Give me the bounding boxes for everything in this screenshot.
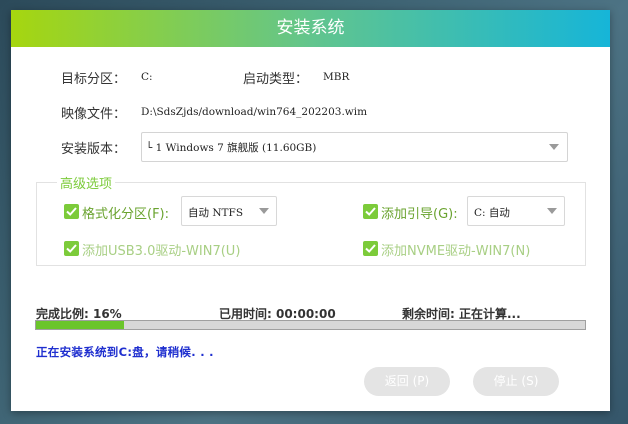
- image-file-label: 映像文件：: [61, 107, 127, 122]
- image-file-path: D:\SdsZjds/download/win764_202203.wim: [141, 106, 368, 118]
- format-partition-select-value: 自动 NTFS: [188, 207, 244, 219]
- target-partition-label: 目标分区：: [61, 72, 127, 87]
- chevron-down-icon: [547, 208, 557, 214]
- format-partition-select[interactable]: 自动 NTFS: [181, 196, 277, 226]
- boot-type-value: MBR: [323, 71, 350, 83]
- window-title: 安装系统: [11, 10, 610, 47]
- checkmark-icon: [365, 244, 376, 253]
- boot-partition-select[interactable]: C: 自动: [467, 196, 565, 226]
- format-partition-label: 格式化分区(F):: [82, 207, 170, 222]
- install-status-text: 正在安装系统到C:盘，请稍候. . .: [36, 345, 214, 359]
- boot-type-label: 启动类型：: [243, 72, 309, 87]
- installer-window: 安装系统 目标分区： C: 启动类型： MBR 映像文件： D:\SdsZjds…: [11, 10, 610, 411]
- version-label: 安装版本：: [61, 142, 127, 157]
- checkmark-icon: [66, 207, 77, 216]
- back-button[interactable]: 返回 (P): [364, 367, 450, 396]
- nvme-driver-checkbox[interactable]: [363, 241, 378, 256]
- usb3-driver-label: 添加USB3.0驱动-WIN7(U): [82, 244, 241, 259]
- format-partition-checkbox[interactable]: [64, 204, 79, 219]
- usb3-driver-checkbox[interactable]: [64, 241, 79, 256]
- stop-button[interactable]: 停止 (S): [473, 367, 559, 396]
- checkmark-icon: [66, 244, 77, 253]
- boot-partition-select-value: C: 自动: [474, 207, 510, 219]
- version-select-value: └ 1 Windows 7 旗舰版 (11.60GB): [146, 142, 317, 154]
- add-boot-label: 添加引导(G):: [381, 207, 458, 222]
- chevron-down-icon: [259, 208, 269, 214]
- nvme-driver-label: 添加NVME驱动-WIN7(N): [381, 244, 531, 259]
- version-select[interactable]: └ 1 Windows 7 旗舰版 (11.60GB): [141, 132, 568, 162]
- progress-bar: [35, 320, 586, 330]
- advanced-options-title: 高级选项: [57, 173, 116, 192]
- progress-bar-fill: [36, 321, 124, 329]
- chevron-down-icon: [549, 144, 559, 150]
- checkmark-icon: [365, 207, 376, 216]
- add-boot-checkbox[interactable]: [363, 204, 378, 219]
- target-partition-value: C:: [141, 71, 153, 83]
